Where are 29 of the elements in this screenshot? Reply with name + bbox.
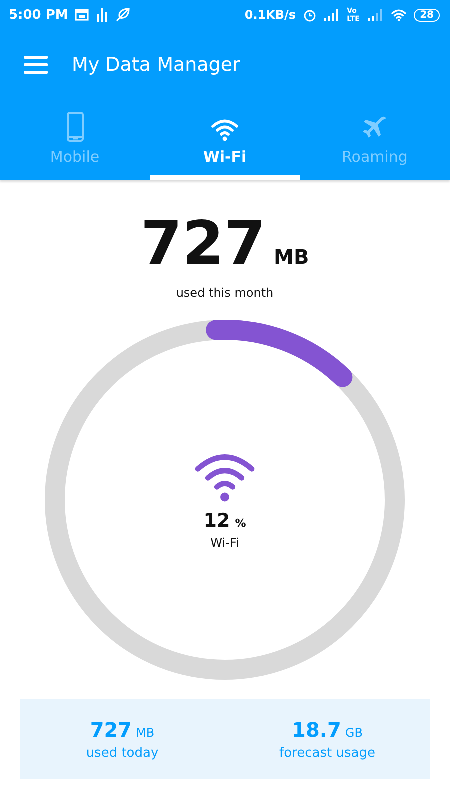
leaf-icon (115, 8, 132, 22)
wifi-icon (211, 118, 239, 142)
signal-icon (368, 9, 384, 21)
stat-value: 727 (90, 718, 132, 742)
tab[interactable]: Wi-Fi (150, 100, 300, 180)
monthly-usage-value: 727 (140, 210, 266, 278)
tab[interactable]: Mobile (0, 100, 150, 180)
battery-level: 28 (414, 8, 440, 22)
percent-unit: % (235, 517, 246, 530)
percent-value: 12 (204, 510, 230, 532)
stat-caption: forecast usage (280, 746, 376, 760)
gauge-label: Wi-Fi (210, 536, 240, 550)
wifi-icon (391, 8, 408, 22)
menu-icon[interactable] (24, 56, 48, 74)
stat-value: 18.7 (292, 718, 342, 742)
bar-chart-icon (96, 8, 108, 22)
signal-icon (324, 9, 340, 21)
status-time: 5:00 PM (9, 8, 68, 22)
stat-caption: used today (86, 746, 159, 760)
phone-icon (66, 112, 84, 142)
stat-unit: MB (136, 726, 155, 740)
monthly-usage-unit: MB (274, 245, 310, 269)
app-title: My Data Manager (72, 54, 240, 76)
stat-unit: GB (345, 726, 363, 740)
network-speed: 0.1KB/s (244, 8, 296, 22)
tab[interactable]: Roaming (300, 100, 450, 180)
monthly-usage-caption: used this month (176, 286, 274, 300)
calendar-icon (75, 9, 90, 21)
alarm-icon (303, 8, 318, 22)
